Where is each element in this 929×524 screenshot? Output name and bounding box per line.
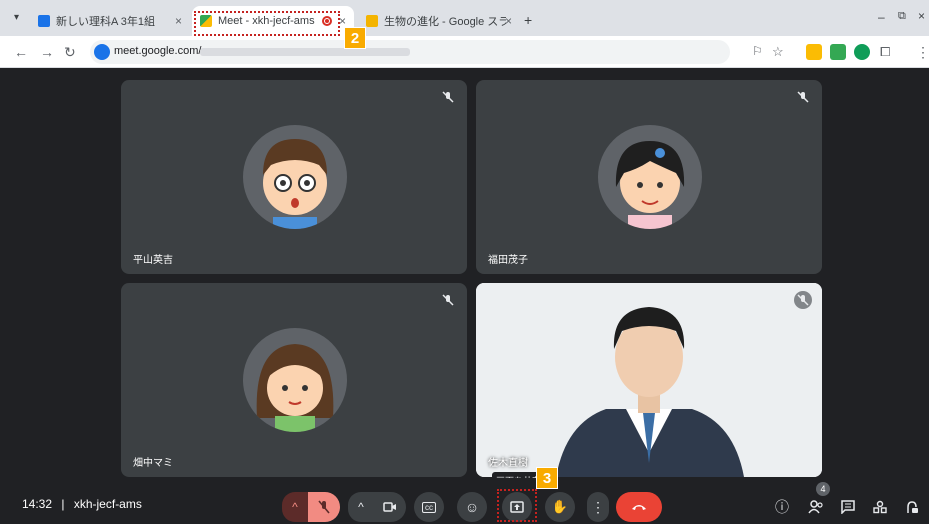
- captions-button[interactable]: cc: [414, 492, 444, 522]
- emoji-icon: ☺: [464, 499, 480, 515]
- url-text: meet.google.com/: [114, 45, 202, 57]
- more-options-button[interactable]: ⋮: [587, 492, 609, 522]
- reactions-button[interactable]: ☺: [457, 492, 487, 522]
- extensions-icon[interactable]: ⧠: [880, 44, 890, 60]
- people-button[interactable]: [806, 497, 826, 517]
- close-icon[interactable]: ×: [175, 14, 182, 28]
- tab-title: 生物の進化 - Google スライド: [384, 16, 506, 28]
- hand-icon: ✋: [551, 499, 569, 514]
- mic-off-icon: [439, 88, 457, 106]
- url-redacted: [200, 48, 410, 56]
- menu-icon[interactable]: ⋮: [916, 44, 929, 61]
- participant-tile[interactable]: 福田茂子: [476, 80, 822, 274]
- meeting-code: xkh-jecf-ams: [73, 497, 142, 511]
- participant-name: 畑中マミ: [133, 458, 173, 469]
- people-icon: [808, 500, 823, 514]
- participant-name: 福田茂子: [488, 255, 528, 266]
- avatar: [243, 125, 347, 229]
- translate-icon[interactable]: ⚐: [752, 44, 763, 58]
- slides-icon: [366, 15, 378, 27]
- avatar: [243, 328, 347, 432]
- participant-photo: [476, 283, 822, 477]
- tab-slides[interactable]: 生物の進化 - Google スライド ×: [358, 6, 520, 36]
- extension-icon[interactable]: [806, 44, 822, 60]
- clock: 14:32: [22, 497, 53, 511]
- minimize-button[interactable]: –: [878, 10, 885, 24]
- video-stage: 平山英吉 福田茂子 畑中マミ 佐木直樹: [0, 68, 929, 489]
- annotation-step-badge: 3: [536, 467, 558, 489]
- chat-icon[interactable]: [838, 497, 858, 517]
- participant-count-badge: 4: [816, 482, 830, 496]
- control-bar: 14:32 | xkh-jecf-ams ^ ^ cc ☺ ✋ ⋮ ⓘ 4: [0, 478, 929, 524]
- camera-icon: [383, 502, 396, 512]
- annotation-step-badge: 2: [344, 27, 366, 49]
- leave-call-button[interactable]: [616, 492, 662, 522]
- mic-off-icon: [794, 291, 812, 309]
- microphone-button[interactable]: [308, 492, 340, 522]
- camera-options-button[interactable]: ^: [348, 492, 374, 522]
- extension-icon[interactable]: [854, 44, 870, 60]
- more-vert-icon: ⋮: [591, 498, 605, 515]
- tab-title: 新しい理科A 3年1組: [56, 16, 156, 28]
- back-icon[interactable]: ←: [14, 44, 28, 60]
- avatar: [598, 125, 702, 229]
- forward-icon[interactable]: →: [40, 44, 54, 60]
- restore-button[interactable]: ⧉: [898, 10, 906, 23]
- participant-tile[interactable]: 畑中マミ: [121, 283, 467, 477]
- participant-tile[interactable]: 佐木直樹: [476, 283, 822, 477]
- annotation-box-present: [497, 489, 537, 522]
- participant-name: 平山英吉: [133, 255, 173, 266]
- mic-off-icon: [318, 500, 330, 514]
- address-bar: ← → ↻ meet.google.com/ ⚐ ☆ ⧠ ⋮: [0, 36, 929, 68]
- participant-name: 佐木直樹: [488, 458, 528, 469]
- classroom-icon: [38, 15, 50, 27]
- mic-off-icon: [439, 291, 457, 309]
- extension-icon[interactable]: [830, 44, 846, 60]
- reload-icon[interactable]: ↻: [64, 44, 76, 61]
- close-icon[interactable]: ×: [339, 14, 346, 28]
- url-field[interactable]: meet.google.com/: [90, 40, 730, 64]
- bookmark-icon[interactable]: ☆: [772, 44, 784, 60]
- tab-classroom[interactable]: 新しい理科A 3年1組 ×: [30, 6, 190, 36]
- host-controls-icon[interactable]: [902, 497, 922, 517]
- tab-strip: ▾ 新しい理科A 3年1組 × Meet - xkh-jecf-ams × 生物…: [0, 0, 929, 36]
- captions-icon: cc: [422, 501, 436, 513]
- raise-hand-button[interactable]: ✋: [545, 492, 575, 522]
- mic-off-icon: [794, 88, 812, 106]
- camera-button[interactable]: [374, 492, 406, 522]
- meeting-details: 14:32 | xkh-jecf-ams: [22, 497, 142, 511]
- separator: |: [61, 497, 65, 511]
- new-tab-button[interactable]: +: [524, 12, 532, 28]
- annotation-box-tab: [194, 11, 340, 36]
- activities-icon[interactable]: [870, 497, 890, 517]
- participant-tile[interactable]: 平山英吉: [121, 80, 467, 274]
- mic-options-button[interactable]: ^: [282, 492, 308, 522]
- close-window-button[interactable]: ×: [918, 9, 925, 23]
- meeting-info-icon[interactable]: ⓘ: [772, 497, 792, 517]
- tab-search-icon[interactable]: ▾: [14, 12, 19, 23]
- meet-site-icon: [94, 44, 110, 60]
- close-icon[interactable]: ×: [505, 14, 512, 28]
- hang-up-icon: [632, 505, 646, 510]
